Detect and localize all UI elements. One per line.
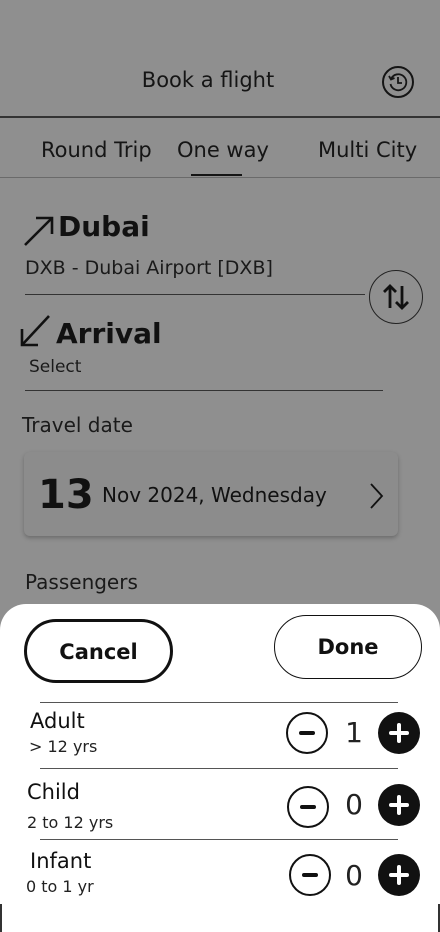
- adult-range: > 12 yrs: [29, 737, 98, 756]
- child-minus-button[interactable]: [287, 786, 329, 828]
- frame-edge-left: [0, 904, 2, 932]
- infant-label: Infant: [30, 849, 92, 873]
- child-plus-button[interactable]: [378, 784, 420, 826]
- adult-count: 1: [345, 716, 363, 749]
- cancel-button[interactable]: Cancel: [24, 619, 173, 683]
- row-divider: [40, 839, 398, 840]
- departure-airport[interactable]: DXB - Dubai Airport [DXB]: [25, 257, 273, 279]
- infant-plus-button[interactable]: [378, 854, 420, 896]
- tab-one-way[interactable]: One way: [177, 138, 269, 162]
- arrival-select[interactable]: Select: [29, 357, 81, 377]
- child-range: 2 to 12 yrs: [27, 813, 114, 832]
- travel-date-picker[interactable]: 13 Nov 2024, Wednesday: [24, 452, 398, 536]
- infant-range: 0 to 1 yr: [26, 877, 94, 896]
- swap-vertical-icon: [383, 284, 409, 310]
- history-button[interactable]: [382, 66, 414, 98]
- swap-button[interactable]: [369, 270, 423, 324]
- date-day: 13: [38, 472, 94, 518]
- header: Book a flight: [0, 0, 440, 118]
- row-divider: [40, 768, 398, 769]
- page-title: Book a flight: [141, 68, 275, 92]
- arrival-title[interactable]: Arrival: [56, 317, 162, 350]
- travel-date-label: Travel date: [22, 413, 133, 437]
- active-tab-indicator: [191, 174, 242, 176]
- departure-city[interactable]: Dubai: [58, 210, 150, 243]
- passenger-sheet: Cancel Done Adult > 12 yrs 1 Child 2 to …: [0, 604, 440, 909]
- arrival-divider: [25, 390, 383, 391]
- child-count: 0: [345, 788, 363, 821]
- passengers-label: Passengers: [25, 570, 138, 594]
- tab-multi-city[interactable]: Multi City: [318, 138, 417, 162]
- arrow-up-right-icon: [24, 216, 54, 246]
- chevron-right-icon: [370, 483, 384, 509]
- tab-round-trip[interactable]: Round Trip: [41, 138, 152, 162]
- adult-minus-button[interactable]: [286, 712, 328, 754]
- arrow-down-left-icon: [20, 315, 50, 347]
- infant-minus-button[interactable]: [289, 854, 331, 896]
- done-button[interactable]: Done: [274, 615, 422, 679]
- adult-plus-button[interactable]: [378, 712, 420, 754]
- date-month-year: Nov 2024,: [102, 483, 205, 507]
- trip-type-tabs: Round Trip One way Multi City: [0, 118, 440, 178]
- child-label: Child: [27, 780, 80, 804]
- departure-divider: [25, 294, 365, 295]
- bottom-safe-area: [0, 904, 440, 932]
- infant-count: 0: [345, 859, 363, 892]
- history-icon: [388, 73, 408, 92]
- date-weekday: Wednesday: [211, 483, 327, 507]
- date-text: Nov 2024, Wednesday: [102, 483, 327, 507]
- adult-label: Adult: [30, 709, 85, 733]
- row-divider: [40, 702, 398, 703]
